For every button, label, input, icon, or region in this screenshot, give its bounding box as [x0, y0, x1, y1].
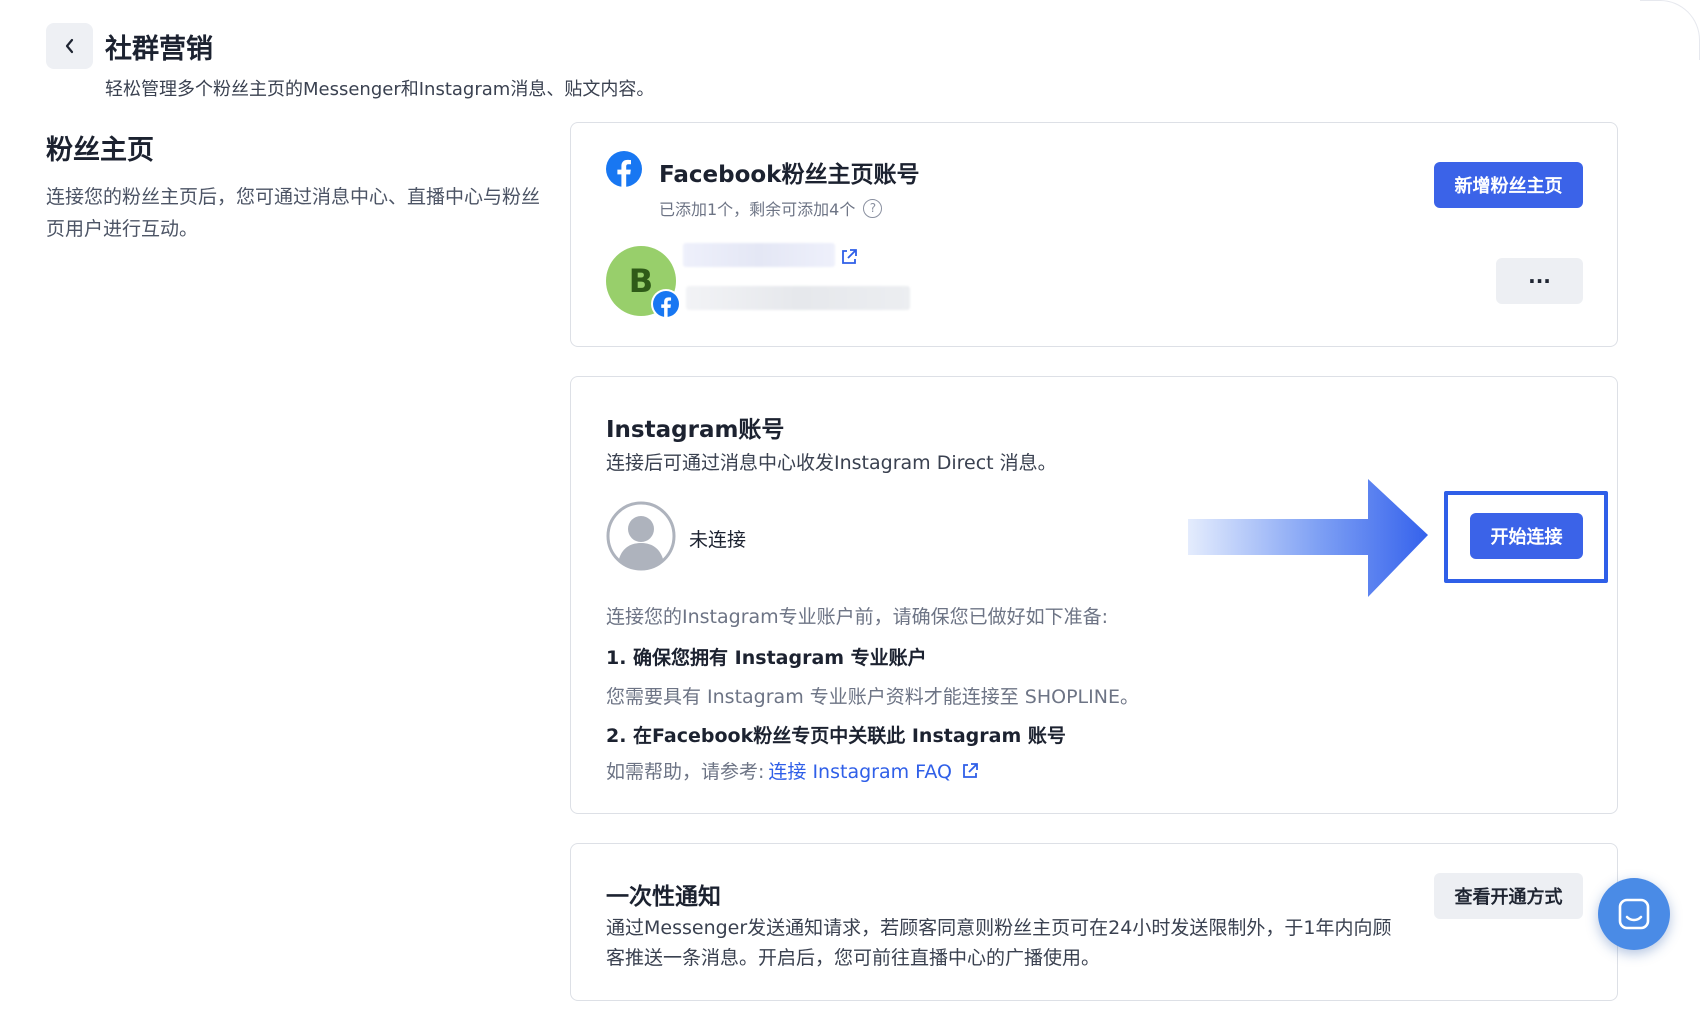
- arrow-right-icon: [1188, 479, 1428, 597]
- section-title: 粉丝主页: [46, 135, 154, 166]
- step2-title: 2. 在Facebook粉丝专页中关联此 Instagram 账号: [606, 725, 1066, 747]
- step2-help: 如需帮助，请参考: 连接 Instagram FAQ: [606, 757, 980, 784]
- preparation-lead: 连接您的Instagram专业账户前，请确保您已做好如下准备:: [606, 606, 1109, 628]
- step1-title: 1. 确保您拥有 Instagram 专业账户: [606, 647, 927, 669]
- connection-status: 未连接: [689, 529, 747, 551]
- otn-card-title: 一次性通知: [606, 884, 721, 910]
- section-description: 连接您的粉丝主页后，您可通过消息中心、直播中心与粉丝页用户进行互动。: [46, 186, 541, 240]
- help-icon[interactable]: ?: [863, 198, 883, 218]
- faq-link[interactable]: 连接 Instagram FAQ: [768, 757, 952, 784]
- start-connect-button[interactable]: 开始连接: [1470, 513, 1583, 559]
- one-time-notification-card: 一次性通知 通过Messenger发送通知请求，若顾客同意则粉丝主页可在24小时…: [570, 843, 1618, 1001]
- user-placeholder-icon: [606, 501, 676, 571]
- instagram-card-title: Instagram账号: [606, 417, 785, 443]
- facebook-page-card: Facebook粉丝主页账号 已添加1个，剩余可添加4个 ? 新增粉丝主页 B …: [570, 122, 1618, 347]
- facebook-card-usage: 已添加1个，剩余可添加4个 ?: [659, 196, 883, 220]
- instagram-account-card: Instagram账号 连接后可通过消息中心收发Instagram Direct…: [570, 376, 1618, 814]
- add-fan-page-button[interactable]: 新增粉丝主页: [1434, 162, 1583, 208]
- view-activation-button[interactable]: 查看开通方式: [1434, 873, 1583, 919]
- chat-icon: [1618, 898, 1650, 930]
- usage-text: 已添加1个，剩余可添加4个: [659, 200, 856, 219]
- page-name-redacted: [683, 243, 835, 267]
- page-avatar-letter: B: [628, 262, 654, 300]
- external-link-icon[interactable]: [839, 247, 859, 267]
- instagram-card-subtitle: 连接后可通过消息中心收发Instagram Direct 消息。: [606, 452, 1057, 474]
- step1-description: 您需要具有 Instagram 专业账户资料才能连接至 SHOPLINE。: [606, 686, 1139, 708]
- facebook-icon: [606, 151, 642, 187]
- page-subtitle: 轻松管理多个粉丝主页的Messenger和Instagram消息、贴文内容。: [105, 79, 655, 100]
- external-link-icon[interactable]: [960, 761, 980, 781]
- window-corner: [1640, 0, 1700, 60]
- otn-card-description: 通过Messenger发送通知请求，若顾客同意则粉丝主页可在24小时发送限制外，…: [606, 917, 1392, 969]
- chat-support-button[interactable]: [1598, 878, 1670, 950]
- more-options-button[interactable]: ···: [1496, 258, 1583, 304]
- page-id-redacted: [686, 286, 910, 310]
- help-prefix: 如需帮助，请参考:: [606, 761, 765, 783]
- page-title: 社群营销: [105, 34, 213, 65]
- chevron-left-icon: [65, 38, 73, 54]
- back-button[interactable]: [46, 23, 93, 69]
- facebook-card-title: Facebook粉丝主页账号: [659, 162, 920, 188]
- facebook-badge-icon: [651, 289, 681, 319]
